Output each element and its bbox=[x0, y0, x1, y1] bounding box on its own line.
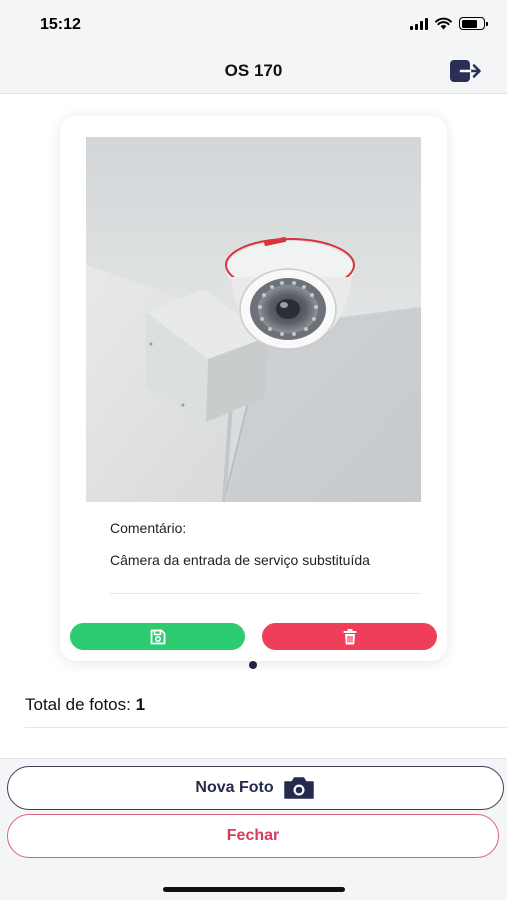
new-photo-button[interactable]: Nova Foto bbox=[7, 766, 504, 810]
photo-image[interactable] bbox=[86, 137, 421, 502]
logout-icon bbox=[450, 60, 481, 82]
photo-card: Comentário: Câmera da entrada de serviço… bbox=[60, 116, 447, 661]
status-bar: 15:12 bbox=[0, 0, 507, 48]
new-photo-label: Nova Foto bbox=[195, 779, 274, 796]
comment-text[interactable]: Câmera da entrada de serviço substituída bbox=[110, 550, 370, 570]
trash-icon bbox=[343, 628, 356, 644]
wifi-icon bbox=[435, 17, 452, 30]
logout-button[interactable] bbox=[447, 57, 485, 85]
header: OS 170 bbox=[0, 48, 507, 94]
status-time: 15:12 bbox=[40, 16, 81, 33]
divider bbox=[25, 727, 507, 728]
home-indicator bbox=[163, 887, 345, 892]
camera-photo bbox=[86, 137, 421, 502]
battery-icon bbox=[459, 17, 488, 30]
delete-button[interactable] bbox=[262, 623, 437, 650]
status-icons bbox=[410, 17, 488, 30]
total-photos-value: 1 bbox=[135, 695, 146, 714]
page-indicator-dot[interactable] bbox=[249, 661, 257, 669]
signal-icon bbox=[410, 17, 428, 30]
save-icon bbox=[150, 629, 165, 644]
total-photos: Total de fotos: 1 bbox=[25, 695, 145, 715]
save-button[interactable] bbox=[70, 623, 245, 650]
total-photos-label: Total de fotos: bbox=[25, 695, 131, 714]
close-label: Fechar bbox=[226, 827, 280, 844]
camera-icon bbox=[283, 777, 314, 799]
close-button[interactable]: Fechar bbox=[7, 814, 499, 858]
comment-label: Comentário: bbox=[110, 520, 187, 536]
page-title: OS 170 bbox=[224, 61, 283, 80]
footer: Nova Foto Fechar bbox=[0, 758, 507, 900]
divider bbox=[110, 593, 421, 594]
